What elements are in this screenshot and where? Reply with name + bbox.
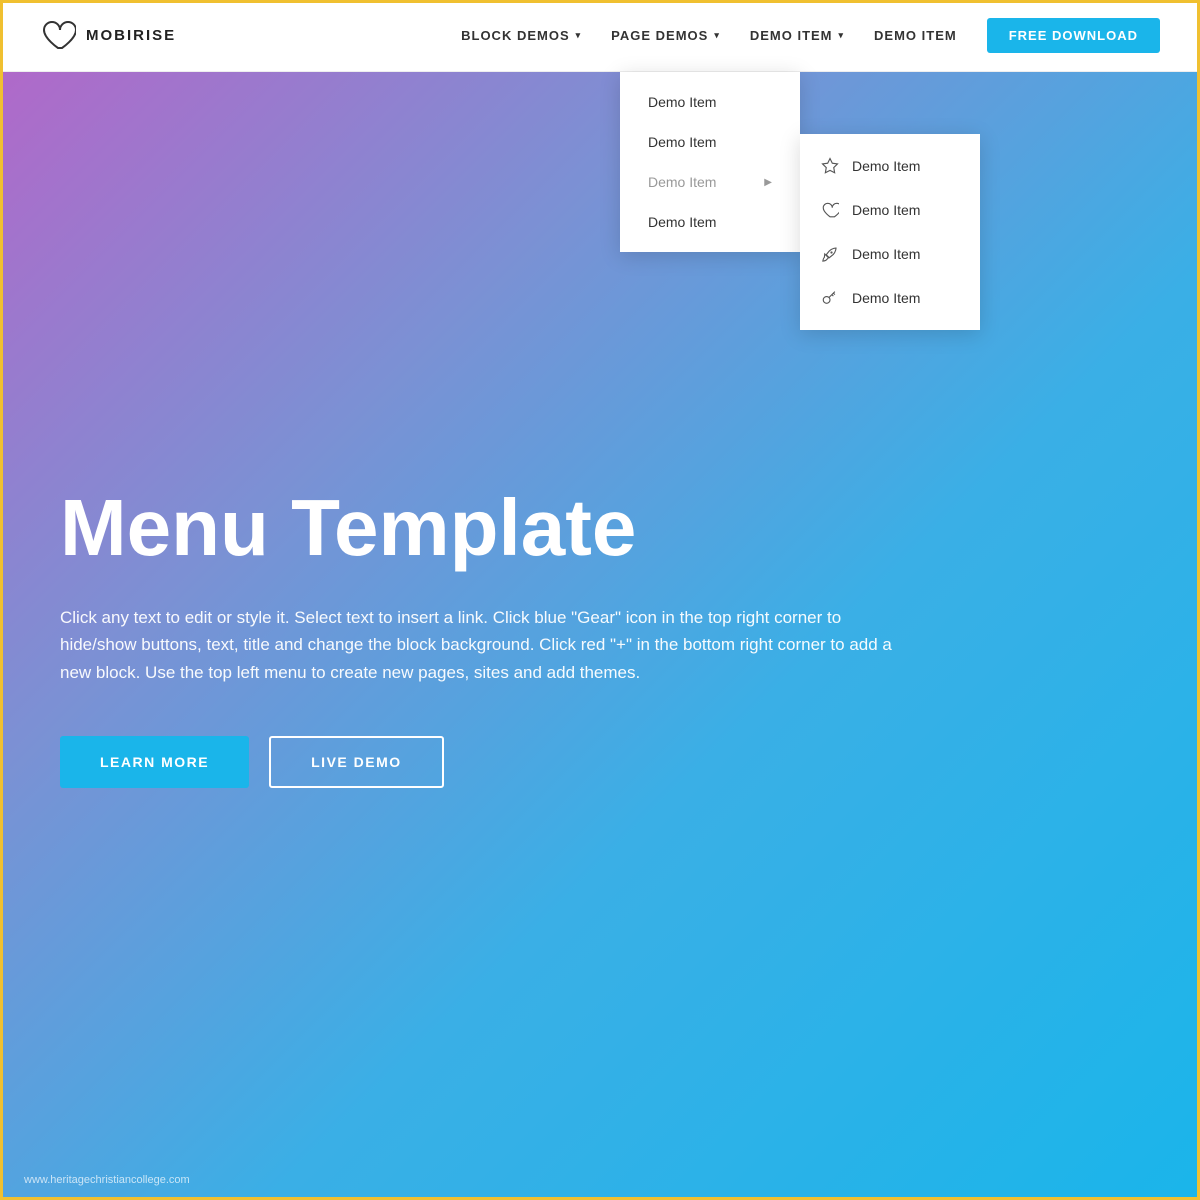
hero-section: Menu Template Click any text to edit or … (0, 72, 1200, 1200)
heart-icon (820, 200, 840, 220)
dropdown-item-3-with-sub[interactable]: Demo Item ▶ (620, 162, 800, 202)
nav-item-demo-item-2[interactable]: DEMO ITEM (874, 28, 957, 43)
dropdown-item-4[interactable]: Demo Item (620, 202, 800, 242)
free-download-button[interactable]: FREE DOWNLOAD (987, 18, 1160, 53)
brand-name: MOBIRISE (86, 27, 176, 44)
watermark-text: www.heritagechristiancollege.com (24, 1174, 190, 1186)
heart-logo-icon (40, 18, 76, 54)
primary-dropdown: Demo Item Demo Item Demo Item ▶ Demo Ite… (620, 72, 800, 252)
dropdown-item-1[interactable]: Demo Item (620, 82, 800, 122)
brand: MOBIRISE (40, 18, 176, 54)
sub-dropdown-item-2[interactable]: Demo Item (800, 188, 980, 232)
live-demo-button[interactable]: LIVE DEMO (269, 736, 444, 788)
sub-dropdown-item-3[interactable]: Demo Item (800, 232, 980, 276)
chevron-down-icon: ▾ (839, 30, 845, 41)
sub-dropdown-item-1[interactable]: Demo Item (800, 144, 980, 188)
learn-more-button[interactable]: LEARN MORE (60, 736, 249, 788)
chevron-down-icon: ▾ (576, 30, 582, 41)
rocket-icon (820, 244, 840, 264)
hero-buttons: LEARN MORE LIVE DEMO (60, 736, 1140, 788)
key-icon (820, 288, 840, 308)
navbar: MOBIRISE BLOCK DEMOS ▾ PAGE DEMOS ▾ DEMO… (0, 0, 1200, 72)
nav-links: BLOCK DEMOS ▾ PAGE DEMOS ▾ DEMO ITEM ▾ D… (461, 18, 1160, 53)
dropdown-item-2[interactable]: Demo Item (620, 122, 800, 162)
hero-description: Click any text to edit or style it. Sele… (60, 604, 920, 686)
star-icon (820, 156, 840, 176)
nav-item-demo-item-1[interactable]: DEMO ITEM ▾ (750, 28, 844, 43)
hero-title: Menu Template (60, 484, 760, 572)
chevron-down-icon: ▾ (714, 30, 720, 41)
secondary-dropdown: Demo Item Demo Item Demo Item (800, 134, 980, 330)
sub-menu-arrow-icon: ▶ (764, 177, 772, 188)
nav-item-page-demos[interactable]: PAGE DEMOS ▾ (611, 28, 720, 43)
nav-item-block-demos[interactable]: BLOCK DEMOS ▾ (461, 28, 581, 43)
sub-dropdown-item-4[interactable]: Demo Item (800, 276, 980, 320)
